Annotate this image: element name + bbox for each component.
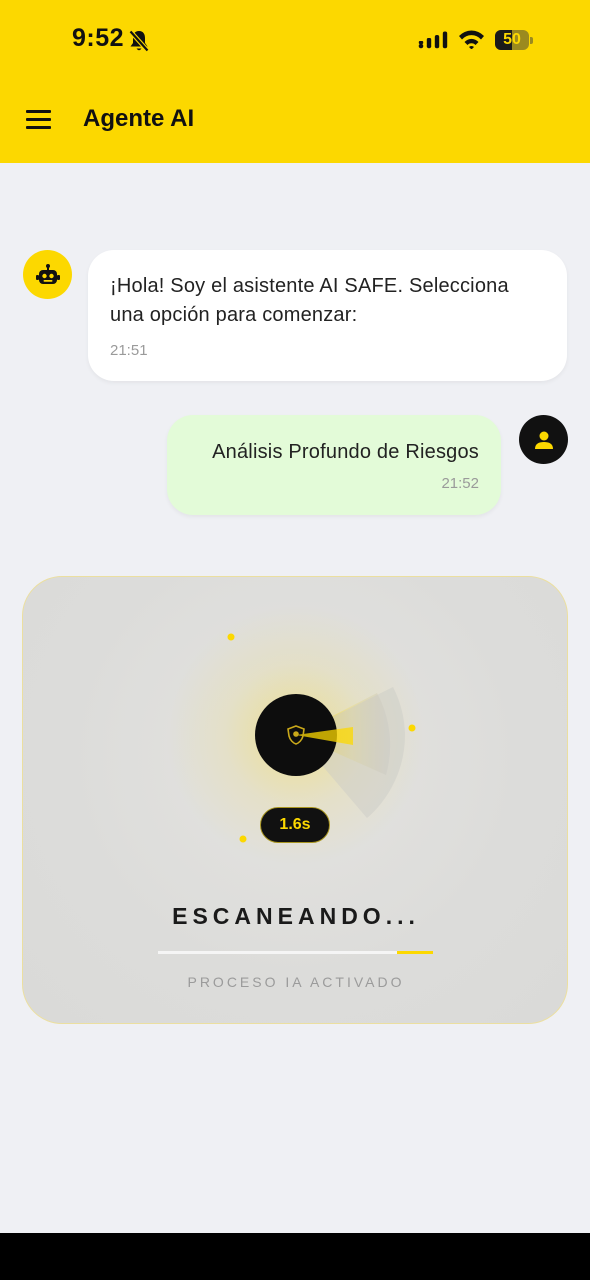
person-icon (534, 431, 553, 449)
bottom-system-bar (0, 1233, 590, 1280)
battery-indicator: 50 (495, 30, 533, 50)
hamburger-menu-icon[interactable] (26, 110, 51, 134)
elapsed-timer-badge: 1.6s (260, 807, 330, 843)
user-avatar (519, 415, 568, 464)
user-message-bubble: Análisis Profundo de Riesgos 21:52 (167, 415, 501, 515)
message-text: ¡Hola! Soy el asistente AI SAFE. Selecci… (110, 275, 509, 326)
scanner-card: 1.6s ESCANEANDO... PROCESO IA ACTIVADO (22, 576, 568, 1024)
cellular-signal-icon (418, 31, 448, 49)
page-title: Agente AI (83, 105, 195, 132)
scan-progress-fill (397, 951, 433, 954)
message-time: 21:51 (110, 342, 148, 359)
shield-logo-icon (287, 725, 305, 745)
battery-percent: 50 (503, 31, 521, 48)
bot-avatar (23, 250, 72, 299)
scan-progress-bar (158, 951, 433, 954)
status-time: 9:52 (72, 24, 125, 52)
radar-visual (166, 605, 426, 865)
bell-muted-icon (128, 29, 150, 53)
wifi-icon (459, 30, 484, 49)
scan-status-subtitle: PROCESO IA ACTIVADO (187, 974, 405, 990)
scan-status-title: ESCANEANDO... (172, 903, 420, 929)
message-time: 21:52 (441, 475, 479, 492)
robot-icon (35, 263, 60, 284)
app-bar: 9:52 50 Agente AI (0, 0, 590, 163)
message-text: Análisis Profundo de Riesgos (212, 441, 479, 463)
bot-message-bubble: ¡Hola! Soy el asistente AI SAFE. Selecci… (88, 250, 567, 381)
